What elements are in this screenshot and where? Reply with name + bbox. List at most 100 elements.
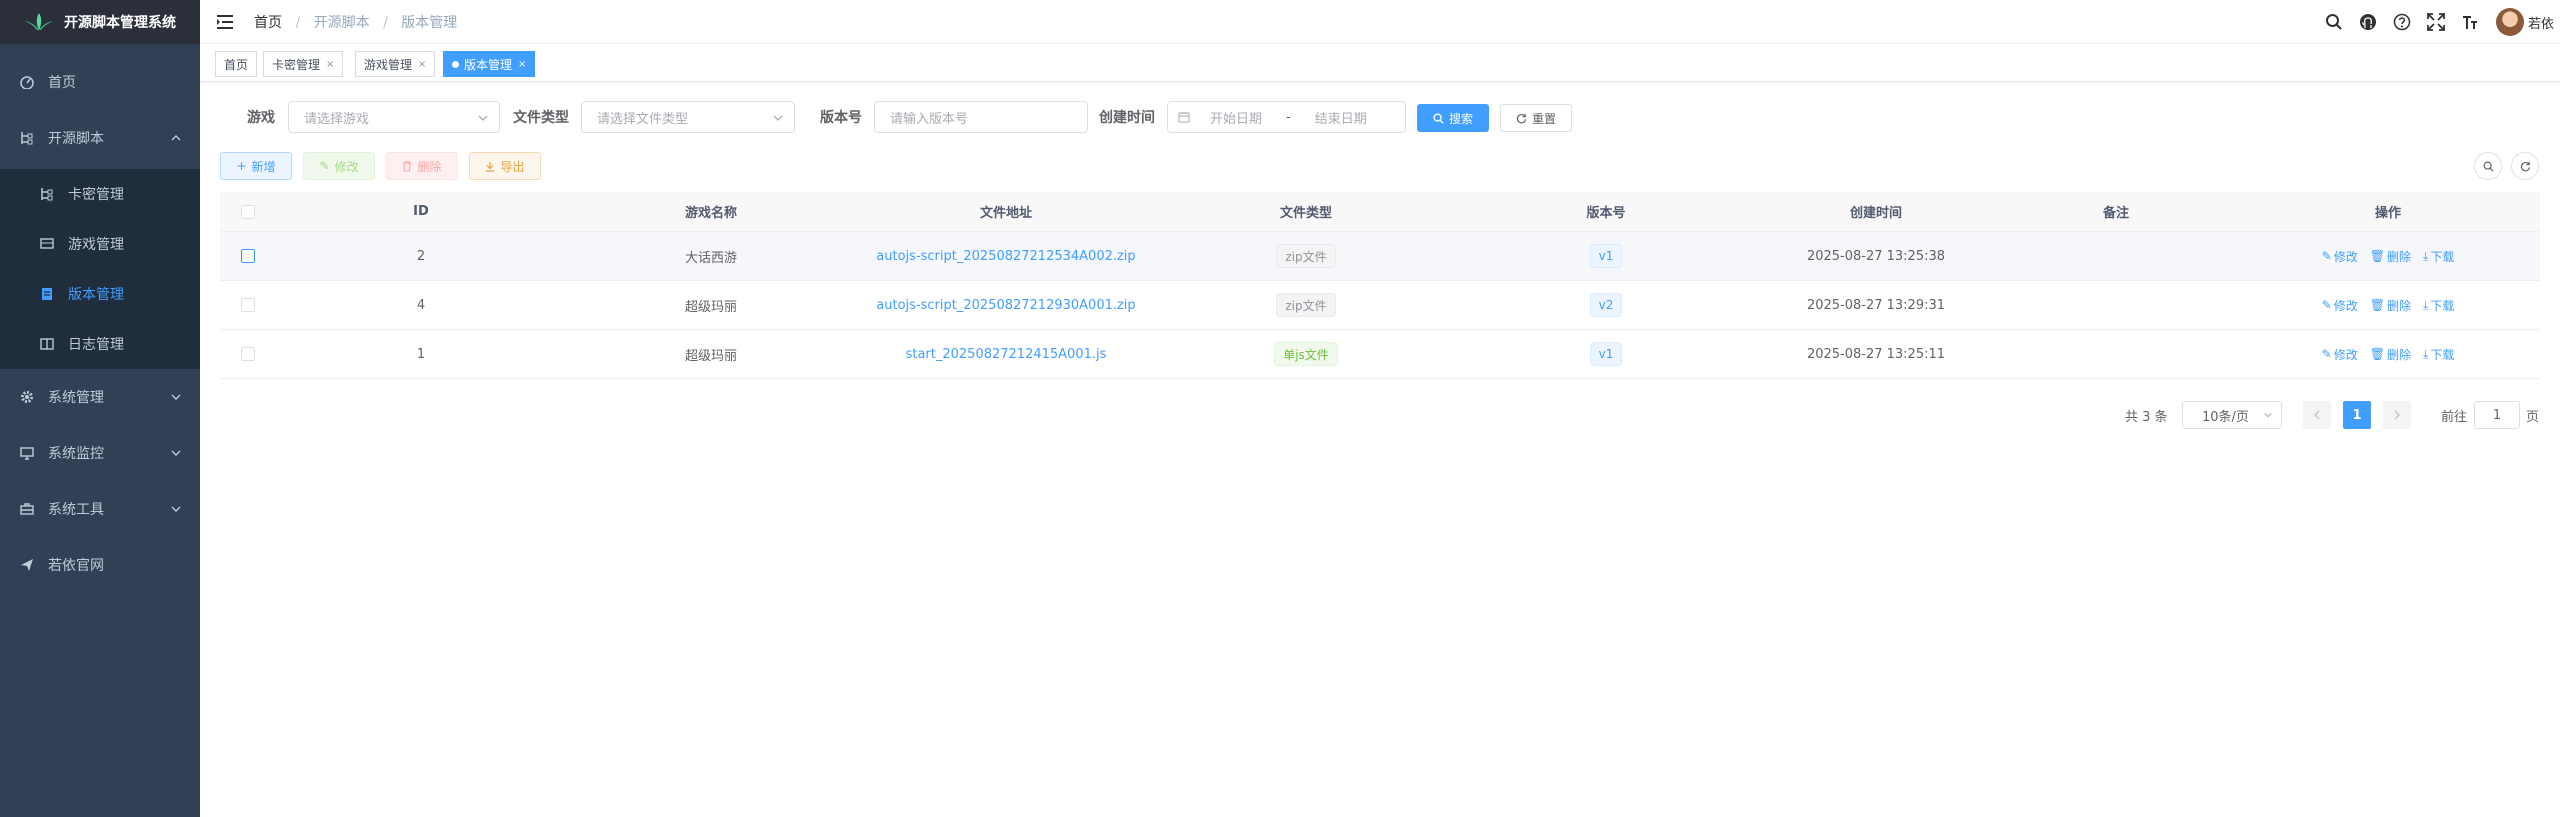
sidebar-item-open-scripts[interactable]: 开源脚本	[0, 119, 200, 157]
row-delete-button[interactable]: 🗑 删除	[2370, 297, 2411, 314]
chevron-down-icon	[171, 450, 181, 456]
tag-versions[interactable]: 版本管理 ×	[443, 51, 536, 77]
goto-page-input[interactable]: 1	[2474, 401, 2520, 429]
page-button-current[interactable]: 1	[2343, 401, 2371, 429]
toggle-search-button[interactable]	[2474, 152, 2502, 180]
sidebar-item-card-keys[interactable]: 卡密管理	[0, 169, 200, 219]
chevron-down-icon	[2264, 412, 2272, 418]
row-download-label: 下载	[2430, 347, 2455, 362]
table-row[interactable]: 1 超级玛丽 start_20250827212415A001.js 单js文件…	[220, 330, 2540, 379]
row-download-button[interactable]: ⤓ 下载	[2423, 346, 2454, 363]
refresh-table-button[interactable]	[2511, 152, 2539, 180]
refresh-icon	[1516, 113, 1527, 123]
export-button[interactable]: 导出	[469, 152, 541, 180]
edit-button-label: 修改	[334, 159, 359, 174]
game-select-placeholder: 请选择游戏	[304, 111, 370, 127]
fullscreen-icon[interactable]	[2426, 12, 2446, 32]
trash-icon: 🗑	[2369, 347, 2385, 361]
row-edit-button[interactable]: ✎ 修改	[2322, 346, 2358, 363]
avatar[interactable]	[2495, 8, 2524, 36]
cell-type: 单js文件	[1156, 342, 1456, 366]
calendar-icon	[1178, 112, 1190, 123]
sidebar-item-label: 开源脚本	[48, 131, 104, 147]
row-edit-button[interactable]: ✎ 修改	[2322, 297, 2358, 314]
edit-button[interactable]: ✎ 修改	[303, 152, 375, 180]
breadcrumb-separator: /	[383, 14, 388, 31]
file-link[interactable]: autojs-script_20250827212534A002.zip	[876, 249, 1135, 264]
row-checkbox[interactable]	[241, 298, 255, 312]
time-label: 创建时间	[1099, 110, 1155, 126]
username[interactable]: 若依	[2528, 13, 2554, 32]
sidebar-item-logs[interactable]: 日志管理	[0, 319, 200, 369]
search-icon[interactable]	[2324, 12, 2344, 32]
game-select[interactable]: 请选择游戏	[288, 101, 500, 133]
app-root: 开源脚本管理系统 首页 开源脚本 卡密管理 游戏管理 版本管理 日志管理 系统管…	[0, 0, 2560, 817]
close-icon[interactable]: ×	[326, 59, 334, 70]
pagination-total: 共 3 条	[2125, 409, 2168, 425]
sidebar-item-website[interactable]: 若依官网	[0, 537, 200, 593]
tag-home[interactable]: 首页	[215, 51, 258, 77]
row-delete-button[interactable]: 🗑 删除	[2370, 346, 2411, 363]
delete-button[interactable]: 删除	[386, 152, 458, 180]
active-dot-icon	[452, 60, 459, 68]
filetype-select[interactable]: 请选择文件类型	[581, 101, 795, 133]
file-link[interactable]: start_20250827212415A001.js	[906, 347, 1107, 362]
version-input[interactable]: 请输入版本号	[874, 101, 1088, 133]
sidebar-item-tools[interactable]: 系统工具	[0, 481, 200, 537]
tag-card-keys[interactable]: 卡密管理 ×	[263, 51, 344, 77]
sidebar-item-games[interactable]: 游戏管理	[0, 219, 200, 269]
breadcrumb-item-open-scripts: 开源脚本	[313, 14, 370, 31]
next-page-button[interactable]	[2383, 401, 2411, 429]
search-button[interactable]: 搜索	[1417, 104, 1489, 132]
type-badge: 单js文件	[1274, 342, 1338, 366]
monitor-icon	[20, 446, 34, 460]
tag-games[interactable]: 游戏管理 ×	[355, 51, 436, 77]
end-date-placeholder[interactable]: 结束日期	[1315, 108, 1367, 127]
row-checkbox[interactable]	[241, 249, 255, 263]
header-version: 版本号	[1586, 206, 1626, 221]
tag-label: 首页	[224, 57, 249, 72]
header-remark: 备注	[2102, 206, 2129, 221]
close-icon[interactable]: ×	[518, 59, 526, 70]
row-download-button[interactable]: ⤓ 下载	[2423, 297, 2454, 314]
breadcrumb-item-home[interactable]: 首页	[254, 15, 282, 31]
table-row[interactable]: 2 大话西游 autojs-script_20250827212534A002.…	[220, 232, 2540, 281]
row-delete-button[interactable]: 🗑 删除	[2370, 248, 2411, 265]
cell-actions: ✎ 修改 🗑 删除 ⤓ 下载	[2236, 297, 2540, 314]
row-checkbox[interactable]	[241, 347, 255, 361]
version-badge: v2	[1589, 293, 1623, 317]
delete-button-label: 删除	[417, 159, 442, 174]
row-edit-button[interactable]: ✎ 修改	[2322, 248, 2358, 265]
version-input-placeholder: 请输入版本号	[890, 111, 969, 127]
add-button[interactable]: + 新增	[220, 152, 292, 180]
logo[interactable]: 开源脚本管理系统	[0, 0, 200, 44]
page-suffix: 页	[2526, 409, 2540, 425]
page-size-select[interactable]: 10条/页	[2182, 401, 2282, 429]
cell-time: 2025-08-27 13:25:38	[1806, 248, 1946, 264]
table-row[interactable]: 4 超级玛丽 autojs-script_20250827212930A001.…	[220, 281, 2540, 330]
hamburger-icon[interactable]	[216, 14, 234, 30]
reset-button[interactable]: 重置	[1500, 104, 1572, 132]
sidebar-item-system[interactable]: 系统管理	[0, 369, 200, 425]
sidebar-item-versions[interactable]: 版本管理	[0, 269, 200, 319]
toolbox-icon	[20, 502, 34, 516]
select-all-checkbox[interactable]	[241, 204, 255, 219]
date-range-picker[interactable]: 开始日期 - 结束日期	[1167, 101, 1406, 133]
row-edit-label: 修改	[2333, 298, 2358, 313]
cell-game: 大话西游	[684, 250, 737, 266]
start-date-placeholder[interactable]: 开始日期	[1210, 108, 1262, 127]
header-type: 文件类型	[1279, 206, 1332, 221]
file-link[interactable]: autojs-script_20250827212930A001.zip	[876, 298, 1135, 313]
type-badge: zip文件	[1276, 293, 1336, 317]
close-icon[interactable]: ×	[418, 59, 426, 70]
prev-page-button[interactable]	[2303, 401, 2331, 429]
refresh-icon	[2520, 161, 2530, 171]
github-icon[interactable]	[2358, 12, 2378, 32]
row-download-button[interactable]: ⤓ 下载	[2423, 248, 2454, 265]
font-size-icon[interactable]	[2460, 12, 2480, 32]
sidebar-item-monitor[interactable]: 系统监控	[0, 425, 200, 481]
sidebar-item-home[interactable]: 首页	[0, 63, 200, 101]
help-icon[interactable]	[2392, 12, 2412, 32]
row-edit-label: 修改	[2333, 249, 2358, 264]
cell-version: v1	[1456, 244, 1756, 268]
